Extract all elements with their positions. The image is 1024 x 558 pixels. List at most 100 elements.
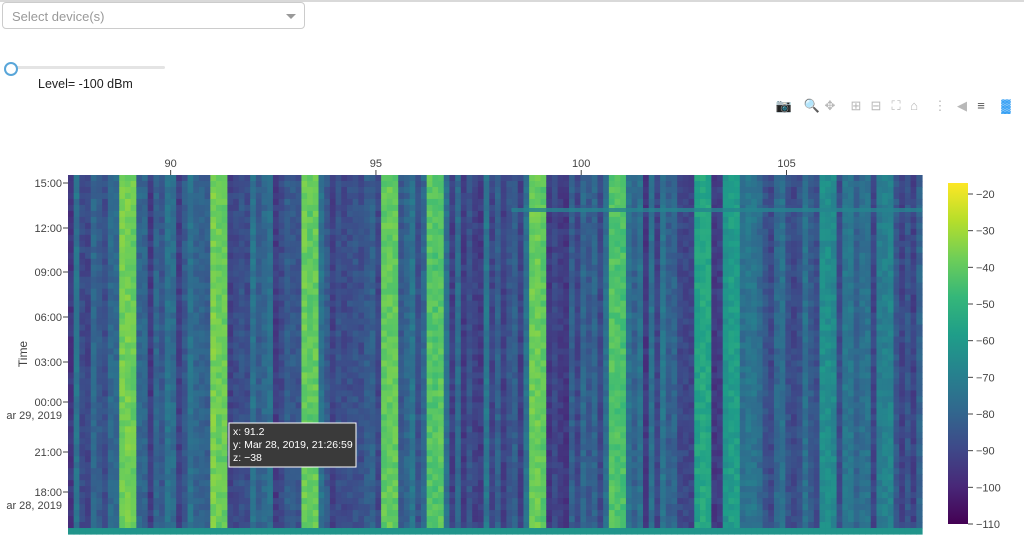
heatmap-cell[interactable] [420, 438, 428, 445]
heatmap-cell[interactable] [489, 522, 496, 529]
heatmap-cell[interactable] [90, 318, 98, 326]
heatmap-cell[interactable] [381, 426, 388, 433]
heatmap-cell[interactable] [432, 426, 439, 433]
heatmap-cell[interactable] [312, 288, 320, 296]
heatmap-cell[interactable] [130, 336, 137, 344]
heatmap-cell[interactable] [483, 216, 490, 224]
heatmap-cell[interactable] [119, 192, 126, 200]
heatmap-cell[interactable] [483, 258, 490, 266]
heatmap-cell[interactable] [164, 414, 172, 421]
heatmap-cell[interactable] [102, 492, 109, 499]
heatmap-cell[interactable] [96, 234, 103, 242]
heatmap-cell[interactable] [170, 504, 177, 511]
heatmap-cell[interactable] [193, 390, 200, 397]
heatmap-cell[interactable] [216, 276, 223, 284]
heatmap-cell[interactable] [432, 318, 439, 326]
heatmap-cell[interactable] [73, 234, 80, 242]
heatmap-cell[interactable] [523, 450, 530, 457]
heatmap-cell[interactable] [96, 342, 103, 350]
heatmap-cell[interactable] [119, 480, 126, 487]
heatmap-cell[interactable] [204, 300, 211, 308]
heatmap-cell[interactable] [272, 228, 280, 236]
heatmap-cell[interactable] [398, 402, 405, 409]
heatmap-cell[interactable] [198, 300, 206, 308]
heatmap-cell[interactable] [432, 175, 439, 182]
heatmap-cell[interactable] [290, 234, 297, 242]
heatmap-cell[interactable] [284, 300, 291, 308]
heatmap-cell[interactable] [301, 498, 308, 505]
heatmap-cell[interactable] [432, 402, 439, 409]
heatmap-cell[interactable] [153, 402, 160, 409]
heatmap-cell[interactable] [358, 366, 365, 374]
heatmap-cell[interactable] [523, 258, 530, 266]
heatmap-cell[interactable] [318, 318, 325, 326]
heatmap-cell[interactable] [398, 270, 405, 278]
heatmap-cell[interactable] [483, 366, 490, 374]
heatmap-cell[interactable] [153, 522, 160, 529]
heatmap-cell[interactable] [210, 360, 217, 368]
heatmap-cell[interactable] [500, 480, 507, 487]
heatmap-cell[interactable] [426, 474, 433, 481]
heatmap-cell[interactable] [512, 510, 519, 517]
heatmap-cell[interactable] [477, 330, 485, 338]
heatmap-cell[interactable] [107, 516, 115, 523]
heatmap-cell[interactable] [159, 276, 166, 284]
heatmap-cell[interactable] [221, 414, 229, 421]
heatmap-cell[interactable] [267, 192, 274, 200]
heatmap-cell[interactable] [107, 480, 115, 487]
heatmap-cell[interactable] [403, 378, 411, 386]
heatmap-cell[interactable] [107, 318, 115, 326]
heatmap-cell[interactable] [329, 528, 337, 535]
heatmap-cell[interactable] [352, 240, 359, 248]
heatmap-cell[interactable] [216, 516, 223, 523]
heatmap-cell[interactable] [181, 180, 189, 188]
heatmap-cell[interactable] [489, 468, 496, 475]
heatmap-cell[interactable] [204, 204, 211, 212]
heatmap-cell[interactable] [267, 528, 274, 535]
heatmap-cell[interactable] [244, 336, 251, 344]
heatmap-cell[interactable] [290, 342, 297, 350]
heatmap-cell[interactable] [221, 288, 229, 296]
heatmap-cell[interactable] [267, 384, 274, 391]
heatmap-cell[interactable] [216, 444, 223, 451]
heatmap-cell[interactable] [238, 468, 246, 475]
heatmap-cell[interactable] [113, 246, 120, 254]
heatmap-cell[interactable] [449, 306, 456, 314]
heatmap-cell[interactable] [102, 330, 109, 338]
heatmap-cell[interactable] [517, 222, 525, 230]
heatmap-cell[interactable] [398, 175, 405, 182]
heatmap-cell[interactable] [90, 222, 98, 230]
heatmap-cell[interactable] [426, 450, 433, 457]
heatmap-cell[interactable] [142, 342, 149, 350]
heatmap-cell[interactable] [500, 288, 507, 296]
heatmap-cell[interactable] [312, 516, 320, 523]
heatmap-cell[interactable] [79, 468, 86, 475]
heatmap-cell[interactable] [346, 384, 354, 391]
heatmap-cell[interactable] [483, 336, 490, 344]
heatmap-cell[interactable] [176, 222, 183, 230]
heatmap-cell[interactable] [159, 300, 166, 308]
heatmap-cell[interactable] [181, 480, 189, 487]
heatmap-cell[interactable] [369, 246, 377, 254]
heatmap-cell[interactable] [96, 402, 103, 409]
heatmap-cell[interactable] [147, 402, 154, 409]
heatmap-cell[interactable] [250, 258, 257, 266]
heatmap-cell[interactable] [261, 234, 268, 242]
heatmap-cell[interactable] [506, 414, 513, 421]
heatmap-cell[interactable] [489, 336, 496, 344]
heatmap-cell[interactable] [358, 336, 365, 344]
heatmap-cell[interactable] [68, 204, 75, 212]
heatmap-cell[interactable] [142, 180, 149, 188]
heatmap-cell[interactable] [238, 480, 246, 487]
heatmap-cell[interactable] [187, 228, 194, 236]
heatmap-cell[interactable] [272, 516, 280, 523]
heatmap-cell[interactable] [142, 420, 149, 427]
heatmap-cell[interactable] [96, 282, 103, 290]
heatmap-cell[interactable] [290, 498, 297, 505]
heatmap-cell[interactable] [523, 480, 530, 487]
heatmap-cell[interactable] [147, 492, 154, 499]
heatmap-cell[interactable] [68, 408, 75, 415]
heatmap-cell[interactable] [210, 384, 217, 391]
heatmap-cell[interactable] [181, 372, 189, 380]
heatmap-cell[interactable] [295, 342, 303, 350]
